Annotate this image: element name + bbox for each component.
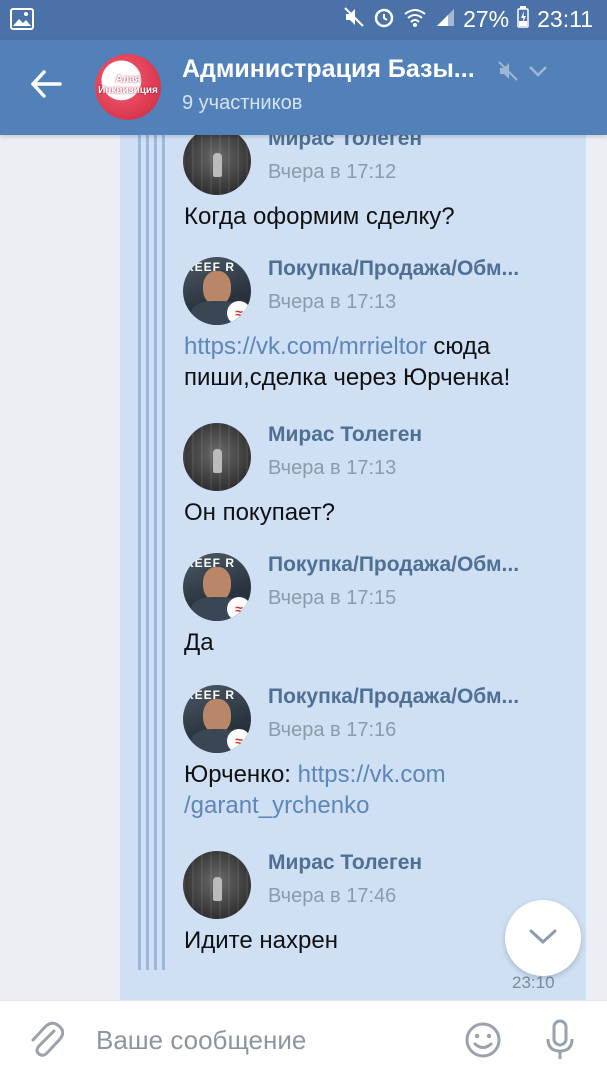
microphone-icon[interactable] bbox=[545, 1019, 575, 1066]
mute-icon bbox=[343, 6, 365, 33]
message-feed[interactable]: Мирас Толеген Вчера в 17:12 Когда оформи… bbox=[0, 135, 607, 1000]
chat-avatar[interactable]: Алая Инквизиция bbox=[95, 54, 161, 120]
avatar[interactable] bbox=[183, 423, 251, 491]
alarm-icon bbox=[373, 6, 395, 33]
message-link[interactable]: https://vk.com/mrrieltor bbox=[184, 333, 427, 360]
message-time: Вчера в 17:16 bbox=[268, 719, 397, 741]
message-text: Когда оформим сделку? bbox=[184, 203, 455, 230]
message-input[interactable]: Ваше сообщение bbox=[96, 1025, 306, 1056]
message-time: Вчера в 17:13 bbox=[268, 457, 397, 479]
message-time: Вчера в 17:13 bbox=[268, 291, 397, 313]
bubble-timestamp: 23:10 bbox=[512, 973, 555, 992]
chevron-down-icon[interactable] bbox=[528, 64, 548, 82]
wifi-icon bbox=[403, 7, 427, 32]
attach-icon[interactable] bbox=[28, 1021, 65, 1066]
message-text: https://vk.com/mrrieltor сюда пиши,сделк… bbox=[184, 333, 511, 391]
forward-indent-line bbox=[146, 135, 149, 970]
forward-indent-line bbox=[138, 135, 141, 970]
author-name[interactable]: Мирас Толеген bbox=[268, 135, 553, 151]
chat-header: Алая Инквизиция Администрация Базы... 9 … bbox=[0, 40, 607, 135]
image-icon bbox=[10, 8, 34, 35]
avatar[interactable]: REEF R ≈ bbox=[183, 685, 251, 753]
author-name[interactable]: Покупка/Продажа/Обм... bbox=[268, 685, 553, 709]
author-name[interactable]: Мирас Толеген bbox=[268, 423, 553, 447]
chat-title[interactable]: Администрация Базы... bbox=[182, 55, 487, 84]
chevron-down-icon bbox=[529, 929, 557, 945]
message-time: Вчера в 17:15 bbox=[268, 587, 397, 609]
author-name[interactable]: Покупка/Продажа/Обм... bbox=[268, 553, 553, 577]
message-text: Он покупает? bbox=[184, 499, 335, 526]
muted-chat-icon bbox=[497, 60, 519, 87]
message-time: Вчера в 17:46 bbox=[268, 885, 397, 907]
avatar[interactable] bbox=[183, 135, 251, 195]
battery-icon bbox=[517, 6, 529, 33]
back-arrow-icon[interactable] bbox=[30, 70, 62, 103]
battery-percent: 27% bbox=[463, 6, 510, 32]
avatar[interactable]: REEF R ≈ bbox=[183, 553, 251, 621]
message-text: Юрченко: https://vk.com /garant_yrchenko bbox=[184, 761, 446, 819]
scroll-down-button[interactable] bbox=[505, 900, 581, 976]
clock: 23:11 bbox=[537, 6, 593, 32]
message-composer: Ваше сообщение bbox=[0, 1000, 607, 1081]
emoji-icon[interactable] bbox=[464, 1021, 502, 1064]
avatar[interactable]: REEF R ≈ bbox=[183, 257, 251, 325]
participants-count[interactable]: 9 участников bbox=[182, 92, 302, 115]
message-text: Да bbox=[184, 629, 214, 656]
avatar[interactable] bbox=[183, 851, 251, 919]
avatar-logo-text: Алая Инквизиция bbox=[98, 74, 158, 96]
forward-indent-line bbox=[162, 135, 165, 970]
message-time: Вчера в 17:12 bbox=[268, 161, 397, 183]
forward-indent-line bbox=[154, 135, 157, 970]
signal-icon bbox=[435, 7, 455, 32]
author-name[interactable]: Мирас Толеген bbox=[268, 851, 553, 875]
status-bar: 27% 23:11 bbox=[0, 0, 607, 40]
author-name[interactable]: Покупка/Продажа/Обм... bbox=[268, 257, 553, 281]
